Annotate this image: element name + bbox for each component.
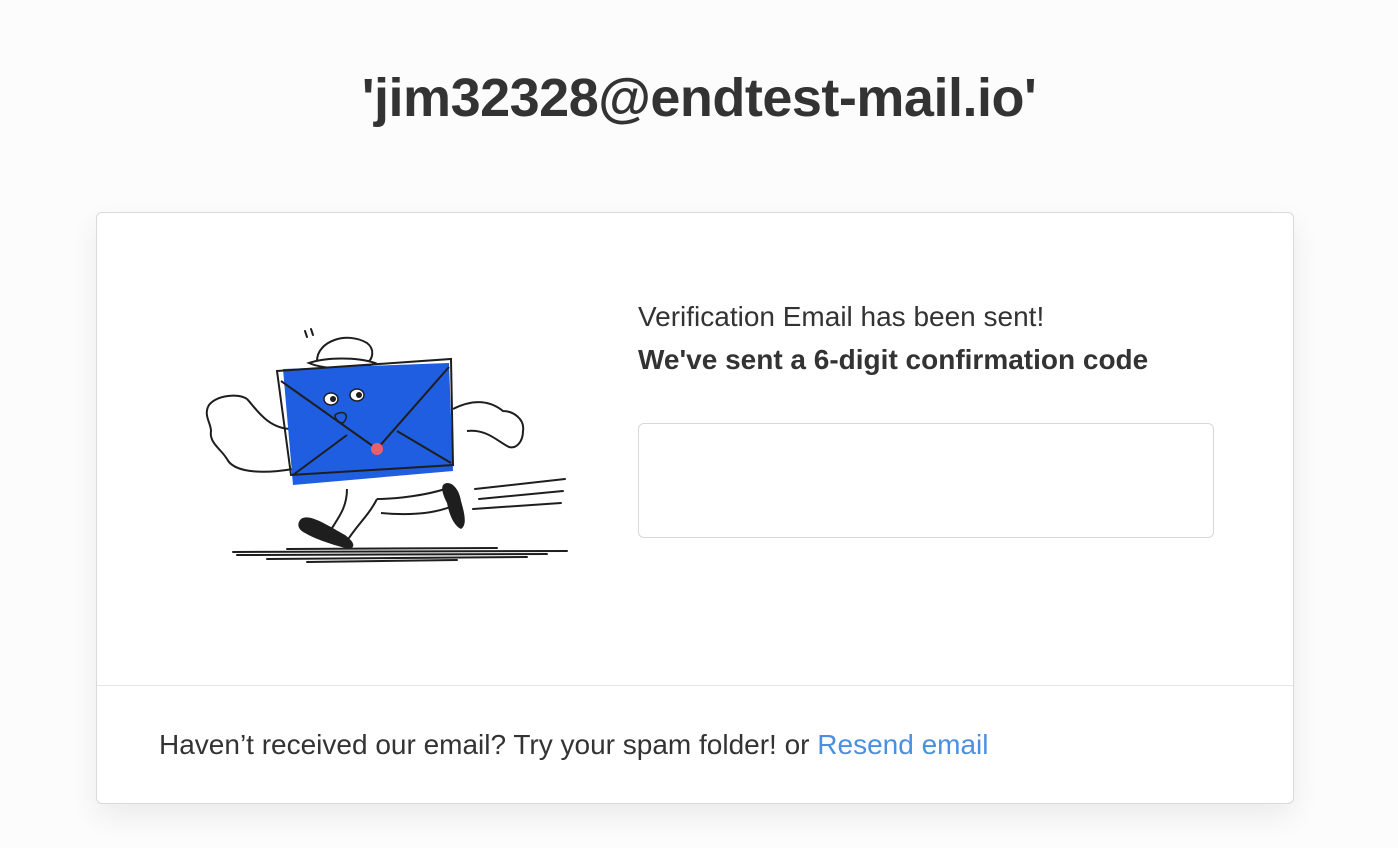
card-footer: Haven’t received our email? Try your spa…	[159, 725, 988, 765]
card-body: Verification Email has been sent! We've …	[97, 213, 1293, 685]
resend-email-link[interactable]: Resend email	[817, 729, 988, 760]
verification-card: Verification Email has been sent! We've …	[96, 212, 1294, 804]
verification-page: 'jim32328@endtest-mail.io' Verification …	[0, 0, 1398, 848]
running-envelope-icon	[205, 328, 568, 563]
confirmation-code-input[interactable]	[638, 423, 1214, 538]
card-divider	[97, 685, 1293, 686]
page-title: 'jim32328@endtest-mail.io'	[361, 68, 1037, 128]
footer-prompt: Haven’t received our email? Try your spa…	[159, 729, 818, 760]
sent-message: Verification Email has been sent!	[638, 301, 1045, 332]
code-message: We've sent a 6-digit confirmation code	[638, 344, 1149, 375]
